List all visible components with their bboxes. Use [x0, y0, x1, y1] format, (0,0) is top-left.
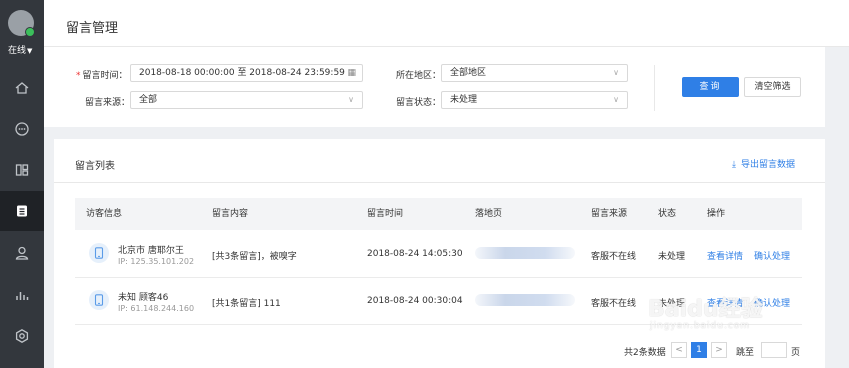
- avatar[interactable]: [8, 10, 35, 37]
- message-time: 2018-08-24 14:05:30: [367, 249, 463, 259]
- online-status-dot: [25, 27, 35, 37]
- time-range-picker[interactable]: 2018-08-18 00:00:00 至 2018-08-24 23:59:5…: [130, 64, 363, 82]
- message-content: [共1条留言] 111: [212, 299, 281, 309]
- page-header: 留言管理: [44, 0, 849, 47]
- watermark-main: Baidu经验: [648, 297, 763, 322]
- column-header: 留言来源: [591, 209, 628, 219]
- watermark-sub: jingyan.baidu.com: [650, 321, 751, 331]
- bar-chart-icon: [16, 292, 29, 300]
- calendar-icon: ▦: [347, 68, 356, 78]
- device-avatar: [89, 243, 109, 263]
- blurred-landing-page: [475, 294, 575, 306]
- chevron-down-icon: ∨: [613, 68, 619, 77]
- region-select-value: 全部地区: [450, 68, 487, 78]
- chat-icon: [15, 122, 29, 136]
- divider: [54, 182, 825, 183]
- region-filter-label: 所在地区：: [396, 71, 442, 81]
- message-source: 客服不在线: [591, 299, 637, 309]
- source-select-value: 全部: [139, 95, 158, 105]
- visitor-ip: IP: 61.148.244.160: [118, 304, 195, 313]
- sidebar-item-settings[interactable]: [0, 316, 44, 356]
- filter-divider: [654, 65, 655, 111]
- filter-panel: * 留言时间： 2018-08-18 00:00:00 至 2018-08-24 …: [44, 47, 825, 127]
- visitor-ip: IP: 125.35.101.202: [118, 257, 195, 266]
- column-header: 留言时间: [367, 209, 404, 219]
- pagination: 共2条数据 < 1 > 跳至 页: [624, 342, 824, 360]
- sidebar-item-home[interactable]: [0, 68, 44, 108]
- status-select-value: 未处理: [450, 95, 478, 105]
- table-header: 访客信息 留言内容 留言时间 落地页 留言来源 状态 操作: [75, 198, 802, 230]
- page-title: 留言管理: [66, 21, 119, 36]
- table-row[interactable]: 北京市 唐耶尔王 IP: 125.35.101.202 [共3条留言]，被嗅字 …: [75, 231, 802, 278]
- time-filter-label-text: 留言时间：: [82, 71, 128, 81]
- sidebar-item-dashboard[interactable]: [0, 150, 44, 190]
- sidebar-item-messages[interactable]: [0, 191, 44, 231]
- sidebar-item-users[interactable]: [0, 233, 44, 273]
- sidebar: 在线▼: [0, 0, 44, 368]
- message-status: 未处理: [658, 252, 686, 262]
- clear-filters-button[interactable]: 清空筛选: [744, 77, 801, 97]
- column-header: 状态: [658, 209, 677, 219]
- status-select[interactable]: 未处理 ∨: [441, 91, 628, 109]
- page-number-current[interactable]: 1: [691, 342, 707, 358]
- next-page-button[interactable]: >: [711, 342, 727, 358]
- prev-page-button[interactable]: <: [671, 342, 687, 358]
- mobile-phone-icon: [94, 294, 104, 306]
- jump-page-input[interactable]: [761, 342, 787, 358]
- region-select[interactable]: 全部地区 ∨: [441, 64, 628, 82]
- source-filter-label: 留言来源：: [85, 98, 131, 108]
- caret-down-icon: ▼: [27, 47, 33, 55]
- status-dropdown[interactable]: 在线▼: [8, 43, 32, 56]
- sidebar-item-statistics[interactable]: [0, 275, 44, 315]
- required-mark: *: [76, 71, 81, 81]
- confirm-handle-link[interactable]: 确认处理: [754, 249, 790, 262]
- status-filter-label: 留言状态：: [396, 98, 442, 108]
- download-icon: ⤓: [732, 160, 736, 170]
- total-count: 共2条数据: [624, 348, 666, 358]
- blurred-landing-page: [475, 247, 575, 259]
- device-avatar: [89, 290, 109, 310]
- column-header: 留言内容: [212, 209, 249, 219]
- page-unit-label: 页: [791, 348, 801, 358]
- export-label: 导出留言数据: [740, 160, 795, 170]
- mobile-phone-icon: [94, 247, 104, 259]
- source-select[interactable]: 全部 ∨: [130, 91, 363, 109]
- column-header: 落地页: [475, 209, 503, 219]
- baidu-jingyan-watermark: Baidu经验 jingyan.baidu.com: [648, 291, 808, 337]
- column-header: 访客信息: [86, 209, 123, 219]
- chevron-down-icon: ∨: [348, 95, 354, 104]
- dashboard-icon: [15, 164, 29, 176]
- chevron-down-icon: ∨: [613, 95, 619, 104]
- home-icon: [15, 82, 29, 94]
- export-button[interactable]: ⤓ 导出留言数据: [732, 157, 795, 170]
- jump-label: 跳至: [736, 348, 755, 358]
- message-content: [共3条留言]，被嗅字: [212, 252, 297, 262]
- sidebar-item-chat[interactable]: [0, 109, 44, 149]
- column-header: 操作: [707, 209, 726, 219]
- list-title: 留言列表: [75, 161, 115, 172]
- time-range-value: 2018-08-18 00:00:00 至 2018-08-24 23:59:5…: [139, 68, 345, 78]
- visitor-name: 北京市 唐耶尔王: [118, 246, 184, 256]
- user-icon: [15, 246, 29, 260]
- message-icon: [17, 205, 27, 217]
- status-label: 在线: [8, 46, 27, 56]
- view-details-link[interactable]: 查看详情: [707, 249, 743, 262]
- query-button[interactable]: 查询: [682, 77, 739, 97]
- visitor-name: 未知 顾客46: [118, 293, 169, 303]
- settings-icon: [15, 329, 29, 343]
- message-time: 2018-08-24 00:30:04: [367, 296, 463, 306]
- message-source: 客服不在线: [591, 252, 637, 262]
- time-filter-label: * 留言时间：: [76, 68, 128, 81]
